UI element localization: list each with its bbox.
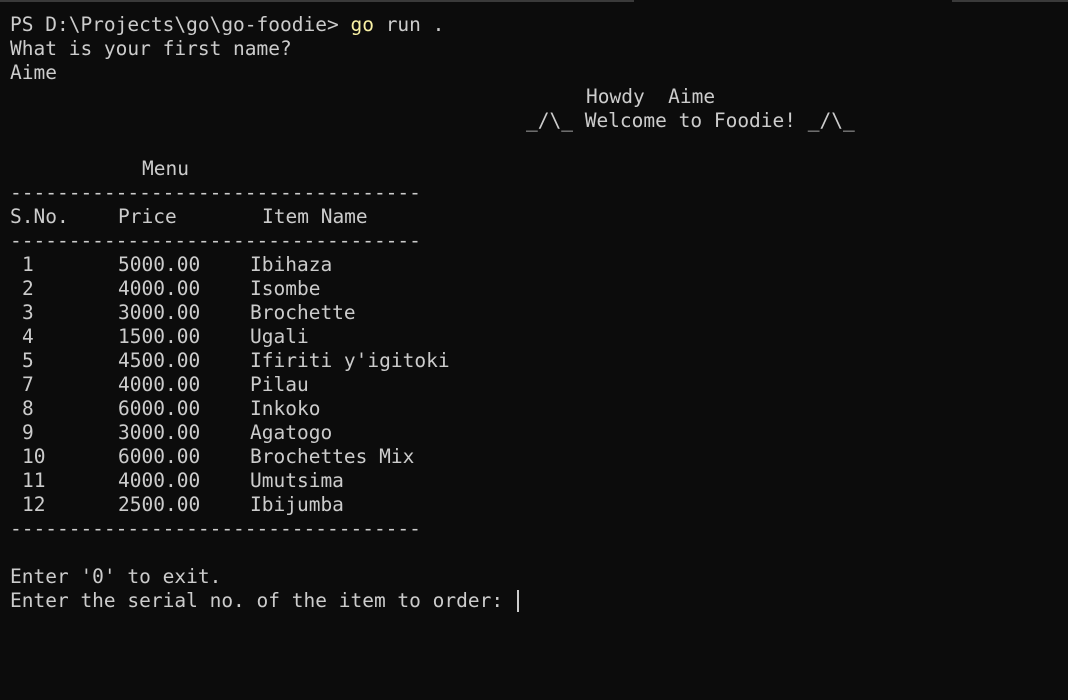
menu-row: 10 6000.00 Brochettes Mix — [10, 445, 1060, 469]
menu-row: 3 3000.00 Brochette — [10, 301, 1060, 325]
menu-price: 3000.00 — [118, 421, 201, 444]
welcome-line: _/\_ Welcome to Foodie! _/\_ — [10, 109, 1060, 133]
menu-sno: 11 — [22, 469, 46, 492]
menu-price: 6000.00 — [118, 397, 201, 420]
menu-separator-mid: ----------------------------------- — [10, 229, 421, 252]
menu-price: 6000.00 — [118, 445, 201, 468]
menu-row: 1 5000.00 Ibihaza — [10, 253, 1060, 277]
menu-row: 11 4000.00 Umutsima — [10, 469, 1060, 493]
menu-sno: 10 — [22, 445, 46, 468]
menu-item-name: Ifiriti y'igitoki — [250, 349, 450, 372]
menu-item-name: Ugali — [250, 325, 309, 348]
menu-price: 4000.00 — [118, 373, 201, 396]
order-input-line[interactable]: Enter the serial no. of the item to orde… — [10, 589, 1060, 613]
menu-sno: 4 — [22, 325, 34, 348]
order-prompt: Enter the serial no. of the item to orde… — [10, 589, 515, 612]
command-line: PS D:\Projects\go\go-foodie> go run . — [10, 13, 1060, 37]
menu-price: 2500.00 — [118, 493, 201, 516]
menu-price: 1500.00 — [118, 325, 201, 348]
menu-header-row: S.No. Price Item Name — [10, 205, 1060, 229]
menu-item-name: Umutsima — [250, 469, 344, 492]
menu-price: 3000.00 — [118, 301, 201, 324]
welcome-banner: _/\_ Welcome to Foodie! _/\_ — [526, 109, 855, 132]
menu-sno: 3 — [22, 301, 34, 324]
menu-sno: 12 — [22, 493, 46, 516]
header-price: Price — [118, 205, 177, 228]
menu-item-name: Inkoko — [250, 397, 321, 420]
menu-separator-top: ----------------------------------- — [10, 181, 421, 204]
menu-item-name: Pilau — [250, 373, 309, 396]
shell-prompt: PS D:\Projects\go\go-foodie> — [10, 13, 351, 36]
menu-row: 4 1500.00 Ugali — [10, 325, 1060, 349]
exit-hint: Enter '0' to exit. — [10, 565, 222, 588]
menu-item-name: Agatogo — [250, 421, 333, 444]
menu-row: 2 4000.00 Isombe — [10, 277, 1060, 301]
menu-item-name: Ibijumba — [250, 493, 344, 516]
menu-item-name: Brochette — [250, 301, 356, 324]
name-question: What is your first name? — [10, 37, 292, 60]
command-args: run . — [373, 13, 445, 36]
menu-row: 12 2500.00 Ibijumba — [10, 493, 1060, 517]
menu-sno: 8 — [22, 397, 34, 420]
menu-title-line: Menu — [10, 157, 1060, 181]
menu-sno: 7 — [22, 373, 34, 396]
menu-item-name: Brochettes Mix — [250, 445, 415, 468]
menu-row: 8 6000.00 Inkoko — [10, 397, 1060, 421]
top-scroll-indicator-right — [952, 0, 1068, 2]
menu-price: 4000.00 — [118, 469, 201, 492]
command-go: go — [350, 13, 374, 36]
greeting-text: Howdy Aime — [586, 85, 716, 108]
header-sno: S.No. — [10, 205, 69, 228]
menu-item-name: Ibihaza — [250, 253, 333, 276]
top-scroll-indicator-left — [0, 0, 634, 2]
menu-row: 5 4500.00 Ifiriti y'igitoki — [10, 349, 1060, 373]
menu-price: 5000.00 — [118, 253, 201, 276]
menu-price: 4000.00 — [118, 277, 201, 300]
menu-row: 9 3000.00 Agatogo — [10, 421, 1060, 445]
menu-row: 7 4000.00 Pilau — [10, 373, 1060, 397]
menu-item-name: Isombe — [250, 277, 321, 300]
text-cursor[interactable] — [516, 590, 519, 612]
header-item-name: Item Name — [262, 205, 368, 228]
name-answer: Aime — [10, 61, 57, 84]
menu-sno: 5 — [22, 349, 34, 372]
menu-sno: 2 — [22, 277, 34, 300]
greeting-line: Howdy Aime — [10, 85, 1060, 109]
terminal-output[interactable]: PS D:\Projects\go\go-foodie> go run . Wh… — [10, 13, 1060, 613]
menu-sno: 9 — [22, 421, 34, 444]
menu-separator-bottom: ----------------------------------- — [10, 517, 421, 540]
menu-title: Menu — [142, 157, 189, 180]
menu-sno: 1 — [22, 253, 34, 276]
menu-price: 4500.00 — [118, 349, 201, 372]
